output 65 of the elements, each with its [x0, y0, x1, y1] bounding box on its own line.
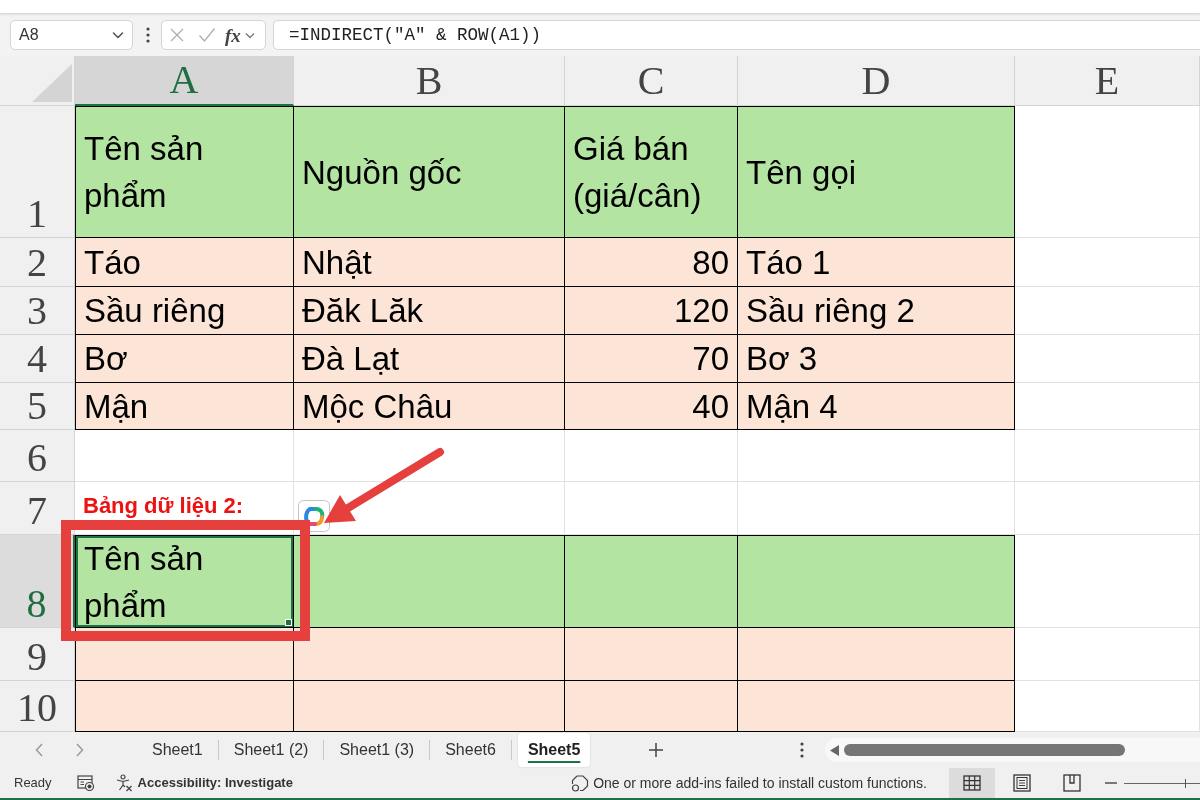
sheet-tab[interactable]: Sheet5 [517, 733, 591, 767]
table-cell: 40 [565, 383, 738, 430]
view-button[interactable] [949, 768, 995, 798]
table-cell: Đà Lạt [294, 335, 565, 383]
table-cell: Sầu riêng [75, 287, 294, 335]
more-icon[interactable] [800, 742, 805, 758]
row-header[interactable]: 10 [0, 681, 75, 732]
sheet-tab[interactable]: Sheet6 [430, 733, 511, 767]
table-cell: 80 [565, 238, 738, 287]
row-header[interactable]: 6 [0, 430, 75, 482]
table-cell: Tên sản phẩm [75, 106, 294, 238]
name-box[interactable]: A8 [10, 20, 133, 50]
table-cell: Đăk Lăk [294, 287, 565, 335]
column-header[interactable]: A [75, 56, 294, 106]
table-cell: Nguồn gốc [294, 106, 565, 238]
plus-icon[interactable] [648, 742, 665, 758]
row-header[interactable]: 9 [0, 628, 75, 681]
row-header[interactable]: 2 [0, 238, 75, 287]
add-in-icon[interactable] [571, 774, 590, 792]
sheet-tab[interactable]: Sheet1 (2) [218, 733, 324, 767]
sheet-tab[interactable]: Sheet1 [137, 733, 218, 767]
formula-field[interactable]: =INDIRECT("A" & ROW(A1)) [273, 20, 1200, 50]
table-cell: Bơ [75, 335, 294, 383]
table-cell: Mận 4 [738, 383, 1015, 430]
accessibility-button[interactable]: Accessibility: Investigate [137, 773, 293, 793]
table-cell: 120 [565, 287, 738, 335]
table-cell: 70 [565, 335, 738, 383]
table-cell: Bơ 3 [738, 335, 1015, 383]
row-header[interactable]: 5 [0, 383, 75, 430]
table-cell: Tên gọi [738, 106, 1015, 238]
column-header[interactable]: D [738, 56, 1015, 106]
table-cell: Tên sản phẩm [75, 535, 294, 628]
page-break-icon [1063, 774, 1081, 792]
check-icon[interactable] [198, 27, 216, 43]
table-cell: Mộc Châu [294, 383, 565, 430]
table-cell: Mận [75, 383, 294, 430]
column-header[interactable]: B [294, 56, 565, 106]
row-header[interactable]: 7 [0, 482, 75, 535]
sheet-tab[interactable]: Sheet1 (3) [324, 733, 430, 767]
zoom-slider[interactable] [1124, 777, 1200, 789]
caption-text: Bảng dữ liệu 2: [83, 494, 244, 518]
row-header[interactable]: 1 [0, 106, 75, 238]
chevron-down-icon[interactable] [112, 31, 124, 39]
row-header[interactable]: 3 [0, 287, 75, 335]
column-header[interactable]: E [1015, 56, 1200, 106]
table-cell: Táo 1 [738, 238, 1015, 287]
table-cell: Nhật [294, 238, 565, 287]
fill-handle[interactable] [285, 619, 292, 626]
table-cell: Sầu riêng 2 [738, 287, 1015, 335]
scroll-left-icon[interactable] [830, 744, 839, 756]
table-cell: Giá bán (giá/cân) [565, 106, 738, 238]
grid-icon [963, 775, 981, 791]
scrollbar-thumb[interactable] [844, 744, 1125, 756]
column-header[interactable]: C [565, 56, 738, 106]
row-header[interactable]: 4 [0, 335, 75, 383]
status-text: Ready [14, 774, 52, 793]
accessibility-icon[interactable] [114, 774, 133, 792]
page-layout-icon [1013, 774, 1031, 792]
horizontal-scrollbar[interactable] [825, 738, 1200, 762]
insert-function-button[interactable]: fx [225, 25, 241, 45]
table-cell: Táo [75, 238, 294, 287]
more-icon[interactable] [146, 27, 150, 43]
status-message: One or more add-ins failed to install custom functions. [593, 773, 927, 793]
chevron-down-icon[interactable] [244, 31, 255, 39]
record-macro-icon[interactable] [76, 775, 95, 791]
